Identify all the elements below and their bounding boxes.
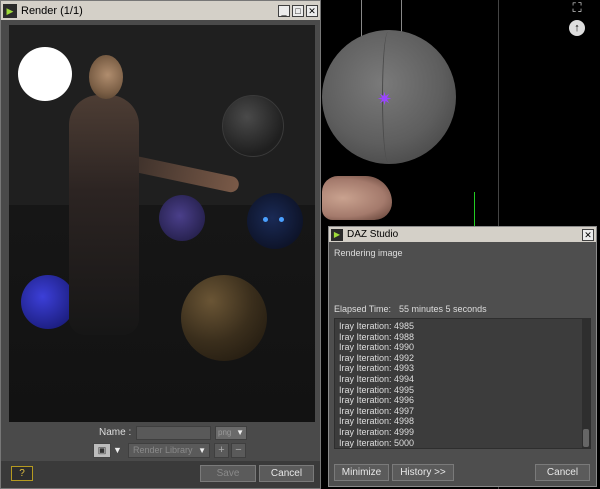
log-line: Iray Iteration: 4992 (339, 352, 415, 363)
log-line: Iray Iteration: 4994 (339, 373, 415, 384)
figure-head (89, 55, 123, 99)
progress-titlebar[interactable]: ▶ DAZ Studio ✕ (329, 227, 596, 242)
help-button[interactable]: ? (11, 466, 33, 481)
log-line: Iray Iteration: 4998 (339, 416, 415, 427)
log-line: Iray Iteration: 4996 (339, 395, 415, 406)
library-select[interactable]: Render Library ▼ (128, 443, 210, 458)
scrollbar-thumb[interactable] (583, 429, 589, 447)
viewport-toolbar: ⛶ ↑ (566, 0, 588, 36)
remove-button[interactable]: − (231, 443, 246, 458)
elapsed-label: Elapsed Time: (334, 304, 392, 314)
light-star-icon: ✷ (377, 89, 393, 109)
viewport-hand (322, 176, 392, 220)
figure-body (69, 95, 139, 335)
render-button-bar: ? Save Cancel (1, 461, 320, 488)
log-line: Iray Iteration: 4995 (339, 384, 415, 395)
elapsed-value: 55 minutes 5 seconds (399, 304, 487, 314)
blue-sphere (21, 275, 75, 329)
chevron-down-icon: ▼ (198, 446, 206, 455)
save-button[interactable]: Save (200, 465, 256, 482)
chevron-down-icon[interactable]: ▼ (113, 443, 122, 458)
sphere-glint (279, 217, 284, 222)
progress-dialog: ▶ DAZ Studio ✕ Rendering image Elapsed T… (328, 226, 597, 487)
progress-button-bar: Minimize History >> Cancel (329, 464, 596, 484)
log-line: Iray Iteration: 4999 (339, 426, 415, 437)
cancel-button[interactable]: Cancel (259, 465, 314, 482)
bronze-sphere (181, 275, 267, 361)
render-titlebar[interactable]: ▶ Render (1/1) _ □ ✕ (1, 1, 320, 20)
navy-sphere (247, 193, 303, 249)
image-icon[interactable]: ▣ (93, 443, 111, 458)
log-line: Iray Iteration: 4990 (339, 342, 415, 353)
minimize-button[interactable]: Minimize (334, 464, 389, 481)
log-line: Iray Iteration: 4993 (339, 363, 415, 374)
library-row: ▣ ▼ Render Library ▼ + − (9, 443, 315, 459)
elapsed-time: Elapsed Time: 55 minutes 5 seconds (334, 304, 487, 314)
glass-sphere (222, 95, 284, 157)
light-disc (18, 47, 72, 101)
format-select[interactable]: png ▼ (215, 426, 247, 440)
log-line: Iray Iteration: 4997 (339, 405, 415, 416)
log-list[interactable]: Iray Iteration: 4985 Iray Iteration: 498… (334, 318, 591, 449)
log-line: Iray Iteration: 4985 (339, 321, 415, 331)
fullscreen-icon[interactable]: ⛶ (566, 0, 588, 18)
name-row: Name : png ▼ (9, 426, 315, 440)
history-button[interactable]: History >> (392, 464, 454, 481)
format-select-value: png (218, 428, 232, 437)
purple-sphere (159, 195, 205, 241)
close-button[interactable]: ✕ (306, 4, 318, 17)
add-button[interactable]: + (214, 443, 229, 458)
close-button[interactable]: ✕ (582, 228, 594, 241)
name-input[interactable] (136, 426, 211, 440)
progress-title: DAZ Studio (347, 229, 399, 240)
app-icon: ▶ (3, 3, 17, 18)
status-text: Rendering image (334, 248, 403, 258)
viewport-axis (474, 192, 475, 230)
maximize-button[interactable]: □ (292, 4, 304, 17)
render-window: ▶ Render (1/1) _ □ ✕ Name : png ▼ ▣ ▼ Re… (0, 0, 321, 489)
render-title: Render (1/1) (21, 4, 83, 17)
log-line: Iray Iteration: 4988 (339, 331, 415, 342)
app-icon: ▶ (331, 228, 343, 241)
log-scrollbar[interactable] (582, 319, 590, 448)
minimize-button[interactable]: _ (278, 4, 290, 17)
render-image (9, 25, 315, 422)
log-line: Iray Iteration: 5000 (339, 437, 415, 448)
arrow-up-icon[interactable]: ↑ (569, 20, 585, 36)
figure-arm (129, 155, 241, 194)
cancel-button[interactable]: Cancel (535, 464, 590, 481)
library-select-value: Render Library (133, 445, 193, 455)
name-label: Name : (99, 427, 132, 438)
chevron-down-icon: ▼ (236, 428, 244, 437)
sphere-glint (263, 217, 268, 222)
